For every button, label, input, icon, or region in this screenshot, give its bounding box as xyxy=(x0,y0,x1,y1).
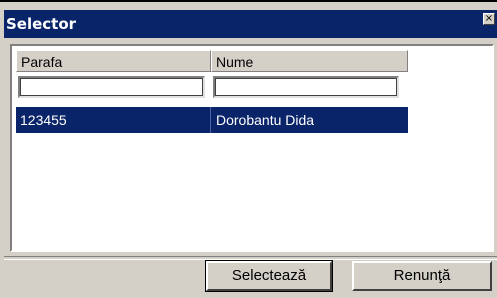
cell-divider xyxy=(210,107,211,133)
cell-nume: Dorobantu Dida xyxy=(216,112,315,128)
cancel-button[interactable]: Renunţă xyxy=(352,261,492,291)
column-header-label: Nume xyxy=(216,54,254,70)
filter-input-nume[interactable] xyxy=(213,76,399,98)
results-grid: Parafa Nume 123455 Dorobantu Dida xyxy=(10,44,494,252)
column-header-label: Parafa xyxy=(21,54,63,70)
filter-input-parafa[interactable] xyxy=(18,76,205,98)
table-row[interactable]: 123455 Dorobantu Dida xyxy=(16,107,408,133)
window-title: Selector xyxy=(6,15,77,33)
close-button[interactable]: × xyxy=(483,13,495,25)
footer-separator xyxy=(4,256,497,260)
title-bar: Selector × xyxy=(4,10,497,38)
select-button[interactable]: Selectează xyxy=(205,260,333,292)
close-icon: × xyxy=(484,13,494,24)
selector-dialog: Selector × Parafa Nume 123455 Dorobantu … xyxy=(0,0,497,298)
column-header-nume[interactable]: Nume xyxy=(211,50,408,72)
cell-parafa: 123455 xyxy=(20,112,67,128)
column-header-parafa[interactable]: Parafa xyxy=(16,50,211,72)
